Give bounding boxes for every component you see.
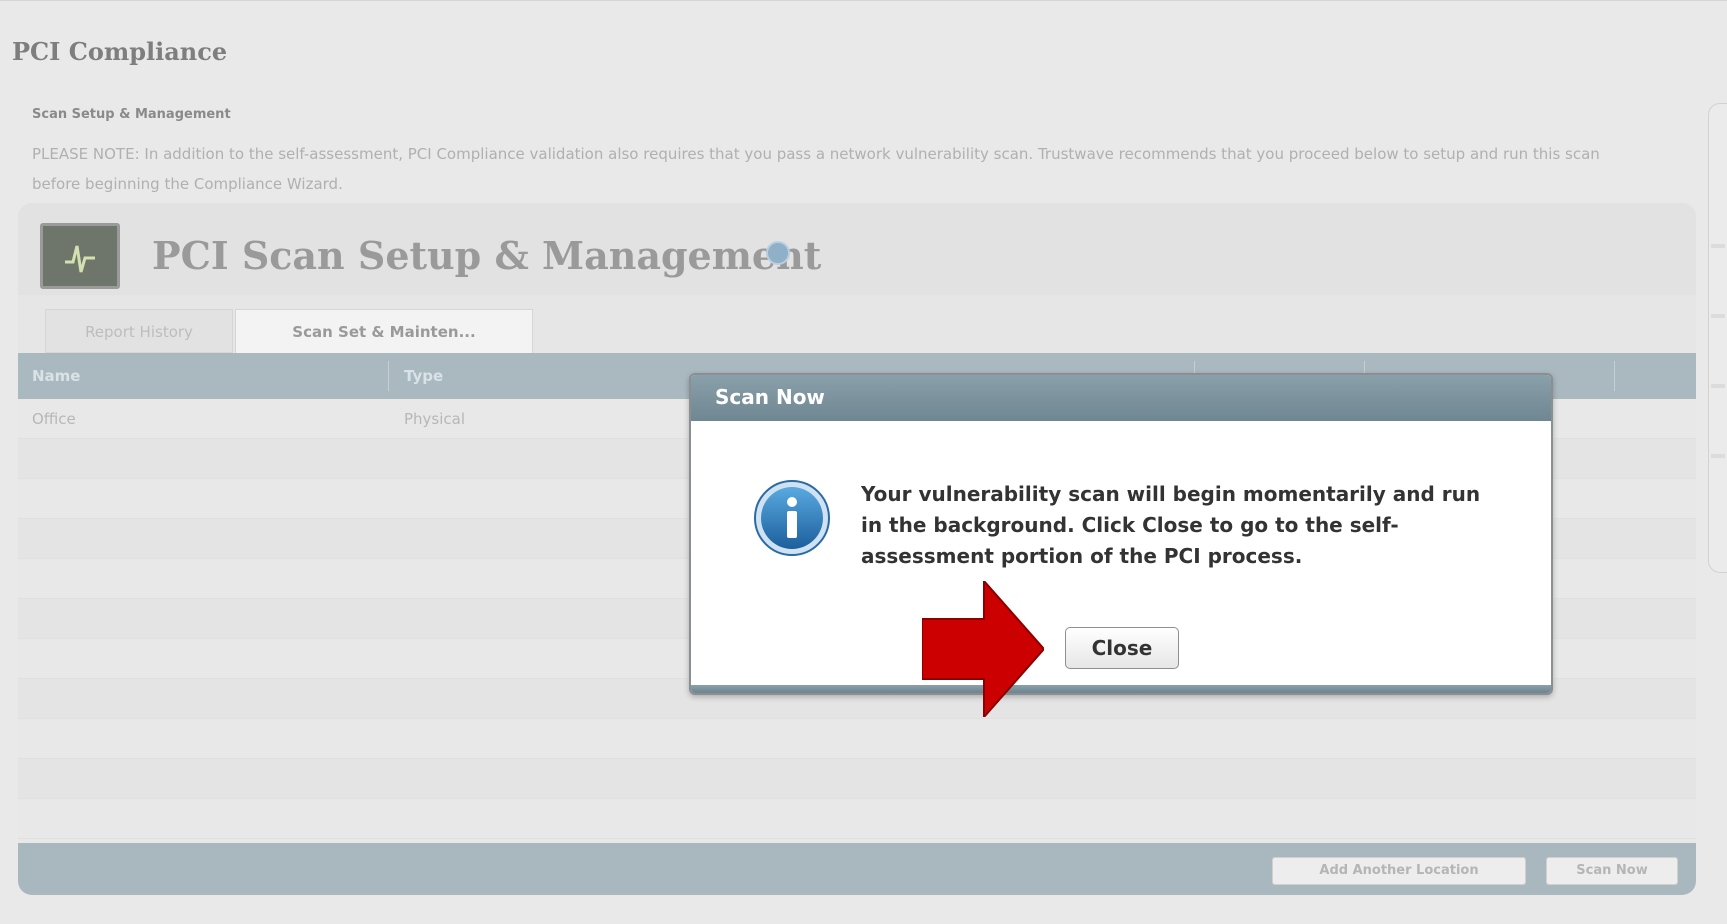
column-separator [1614,361,1615,391]
add-another-location-button[interactable]: Add Another Location [1272,857,1526,885]
table-row-empty [18,719,1696,759]
info-icon [753,479,831,561]
heartbeat-monitor-icon [40,223,120,289]
dialog-bottom-bar [691,685,1551,693]
cell-name: Office [32,410,76,428]
cell-type: Physical [404,410,466,428]
red-arrow-icon [921,578,1046,721]
tab-scan-set-maintenance[interactable]: Scan Set & Mainten... [235,309,533,353]
right-side-panel [1708,103,1727,573]
widget-header: PCI Scan Setup & Management [18,203,1696,295]
note-text: PLEASE NOTE: In addition to the self-ass… [32,145,1600,193]
dialog-message: Your vulnerability scan will begin momen… [861,482,1481,568]
column-separator [388,361,389,391]
column-header-name[interactable]: Name [18,353,388,399]
tab-report-history[interactable]: Report History [45,309,233,353]
help-question-icon[interactable] [766,241,790,265]
table-row-empty [18,759,1696,799]
table-row-empty [18,799,1696,839]
close-button[interactable]: Close [1065,627,1179,669]
grid-footer: Add Another Location Scan Now [18,843,1696,895]
page: PCI Compliance Scan Setup & Management P… [0,0,1727,924]
scan-now-dialog: Scan Now Your vulnerability scan will be… [689,373,1553,695]
panel-notch [1711,384,1725,388]
dialog-titlebar[interactable]: Scan Now [691,375,1551,421]
dialog-title: Scan Now [715,385,825,409]
page-title: PCI Compliance [12,37,228,66]
panel-notch [1711,314,1725,318]
scan-now-button[interactable]: Scan Now [1546,857,1678,885]
column-header-type[interactable]: Type [390,353,690,399]
widget-title: PCI Scan Setup & Management [152,233,822,278]
panel-notch [1711,454,1725,458]
panel-notch [1711,244,1725,248]
section-label: Scan Setup & Management [32,107,231,122]
